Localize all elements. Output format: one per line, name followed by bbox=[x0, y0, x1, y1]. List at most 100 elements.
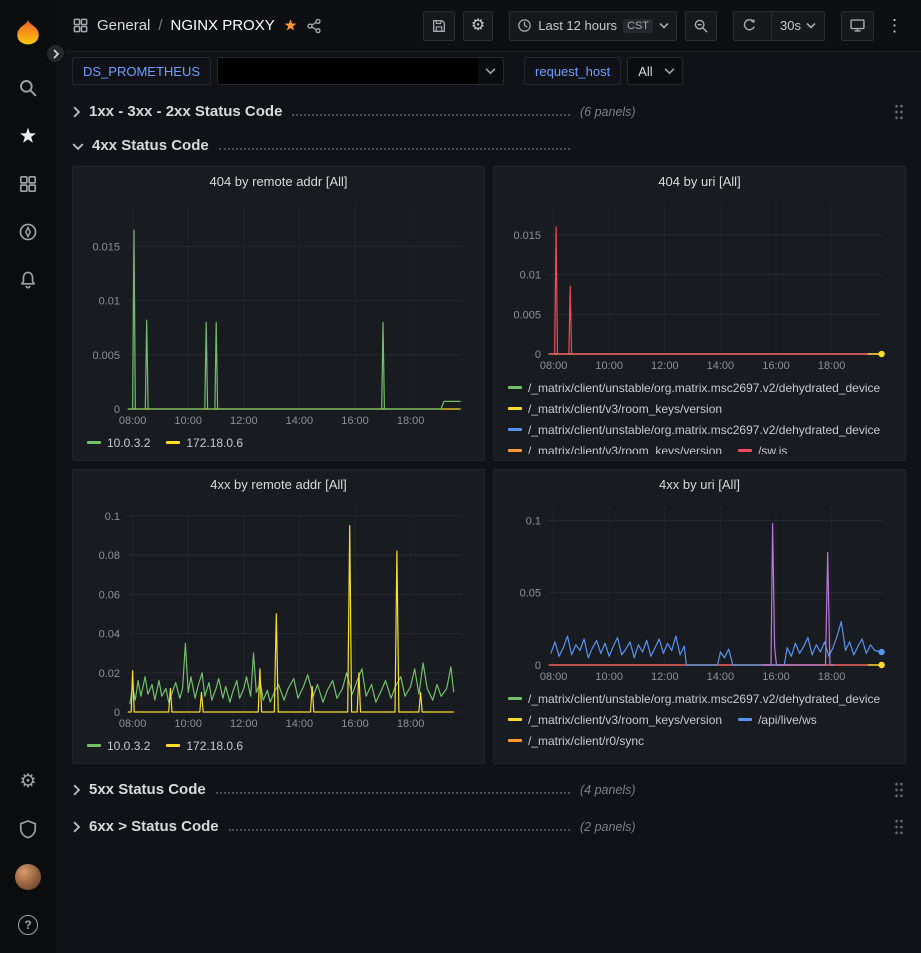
svg-text:0.08: 0.08 bbox=[99, 550, 120, 562]
star-icon bbox=[18, 126, 38, 146]
legend-item[interactable]: /api/live/ws bbox=[738, 709, 817, 730]
sidebar-item-server-admin[interactable] bbox=[4, 805, 52, 853]
chevron-right-icon bbox=[72, 784, 81, 796]
legend-item[interactable]: 172.18.0.6 bbox=[166, 432, 243, 453]
row-4xx-status-code[interactable]: 4xx Status Code bbox=[72, 132, 906, 160]
legend-series-swatch bbox=[508, 449, 522, 452]
row-drag-handle[interactable] bbox=[892, 102, 906, 122]
favorite-star-button[interactable] bbox=[283, 18, 298, 33]
panel-grid: 404 by remote addr [All] 08:0010:0012:00… bbox=[72, 166, 906, 764]
svg-text:18:00: 18:00 bbox=[818, 360, 846, 372]
sidebar-item-search[interactable] bbox=[4, 64, 52, 112]
sidebar-item-alerting[interactable] bbox=[4, 256, 52, 304]
chevron-down-icon bbox=[659, 22, 669, 29]
avatar bbox=[15, 864, 41, 890]
timeseries-chart[interactable]: 08:0010:0012:0014:0016:0018:0000.0050.01… bbox=[502, 195, 897, 374]
more-menu-button[interactable]: ⋮ bbox=[882, 16, 907, 36]
sidebar-item-dashboards[interactable] bbox=[4, 160, 52, 208]
legend-series-swatch bbox=[738, 718, 752, 721]
save-dashboard-button[interactable] bbox=[423, 11, 455, 41]
legend-series-label[interactable]: 10.0.3.2 bbox=[107, 436, 150, 450]
legend-item[interactable]: 10.0.3.2 bbox=[87, 735, 150, 756]
dashboard-title[interactable]: NGINX PROXY bbox=[171, 17, 275, 34]
sidebar-item-help[interactable]: ? bbox=[4, 901, 52, 949]
chevron-down-icon bbox=[72, 142, 84, 151]
legend-item[interactable]: 10.0.3.2 bbox=[87, 432, 150, 453]
dashboard-settings-button[interactable]: ⚙ bbox=[463, 11, 493, 41]
sidebar-item-profile[interactable] bbox=[4, 853, 52, 901]
svg-text:12:00: 12:00 bbox=[230, 718, 258, 730]
panel-title[interactable]: 404 by uri [All] bbox=[502, 171, 897, 195]
svg-text:0: 0 bbox=[535, 660, 541, 672]
time-range-picker[interactable]: Last 12 hours CST bbox=[509, 11, 677, 41]
panel-4xx-by-uri: 4xx by uri [All] 08:0010:0012:0014:0016:… bbox=[493, 469, 906, 764]
timeseries-chart[interactable]: 08:0010:0012:0014:0016:0018:0000.050.1 bbox=[502, 498, 897, 685]
svg-text:08:00: 08:00 bbox=[540, 671, 568, 683]
svg-text:10:00: 10:00 bbox=[174, 415, 202, 427]
legend-series-label[interactable]: /_matrix/client/v3/room_keys/version bbox=[528, 713, 722, 727]
legend-item[interactable]: /_matrix/client/v3/room_keys/version bbox=[508, 709, 722, 730]
tv-mode-button[interactable] bbox=[841, 11, 874, 41]
chevron-right-icon bbox=[52, 49, 60, 59]
refresh-interval-dropdown[interactable]: 30s bbox=[771, 12, 824, 40]
row-dotted-filler bbox=[229, 829, 570, 831]
panel-title[interactable]: 404 by remote addr [All] bbox=[81, 171, 476, 195]
panel-legend: 10.0.3.2 172.18.0.6 bbox=[81, 429, 476, 454]
variable-label-datasource: DS_PROMETHEUS bbox=[72, 57, 211, 85]
legend-series-label[interactable]: 10.0.3.2 bbox=[107, 739, 150, 753]
refresh-icon bbox=[742, 18, 757, 33]
legend-series-label[interactable]: /api/live/ws bbox=[758, 713, 817, 727]
svg-text:12:00: 12:00 bbox=[230, 415, 258, 427]
row-title: 4xx Status Code bbox=[92, 137, 209, 154]
panel-legend: /_matrix/client/unstable/org.matrix.msc2… bbox=[502, 685, 897, 757]
legend-item[interactable]: /_matrix/client/unstable/org.matrix.msc2… bbox=[508, 688, 880, 709]
panel-title[interactable]: 4xx by uri [All] bbox=[502, 474, 897, 498]
legend-item[interactable]: /sw.js bbox=[738, 440, 787, 454]
panel-404-by-remote-addr: 404 by remote addr [All] 08:0010:0012:00… bbox=[72, 166, 485, 461]
row-6xx-status-code[interactable]: 6xx > Status Code (2 panels) bbox=[72, 813, 906, 841]
panel-404-by-uri: 404 by uri [All] 08:0010:0012:0014:0016:… bbox=[493, 166, 906, 461]
sidebar-item-explore[interactable] bbox=[4, 208, 52, 256]
variables-bar: DS_PROMETHEUS request_host All bbox=[56, 52, 921, 90]
legend-item[interactable]: /_matrix/client/unstable/org.matrix.msc2… bbox=[508, 377, 880, 398]
legend-item[interactable]: /_matrix/client/v3/room_keys/version bbox=[508, 440, 722, 454]
share-button[interactable] bbox=[306, 18, 322, 34]
row-5xx-status-code[interactable]: 5xx Status Code (4 panels) bbox=[72, 776, 906, 804]
legend-series-label[interactable]: /_matrix/client/unstable/org.matrix.msc2… bbox=[528, 692, 880, 706]
legend-series-label[interactable]: /_matrix/client/unstable/org.matrix.msc2… bbox=[528, 423, 880, 437]
timeseries-chart[interactable]: 08:0010:0012:0014:0016:0018:0000.020.040… bbox=[81, 498, 476, 732]
legend-item[interactable]: 172.18.0.6 bbox=[166, 735, 243, 756]
variable-value-datasource[interactable] bbox=[217, 57, 504, 85]
legend-series-label[interactable]: /_matrix/client/unstable/org.matrix.msc2… bbox=[528, 755, 880, 758]
legend-series-swatch bbox=[166, 744, 180, 747]
row-drag-handle[interactable] bbox=[892, 817, 906, 837]
legend-series-label[interactable]: 172.18.0.6 bbox=[186, 436, 243, 450]
grafana-logo[interactable] bbox=[4, 10, 52, 54]
legend-series-label[interactable]: /_matrix/client/unstable/org.matrix.msc2… bbox=[528, 381, 880, 395]
legend-item[interactable]: /_matrix/client/v3/room_keys/version bbox=[508, 398, 722, 419]
chevron-down-icon bbox=[478, 67, 503, 75]
sidebar-item-starred[interactable] bbox=[4, 112, 52, 160]
sidebar-expand-button[interactable] bbox=[46, 44, 65, 63]
timeseries-chart[interactable]: 08:0010:0012:0014:0016:0018:0000.0050.01… bbox=[81, 195, 476, 429]
legend-item[interactable]: /_matrix/client/r0/sync bbox=[508, 730, 644, 751]
refresh-interval-label: 30s bbox=[780, 18, 801, 33]
legend-item[interactable]: /_matrix/client/unstable/org.matrix.msc2… bbox=[508, 751, 880, 757]
legend-item[interactable]: /_matrix/client/unstable/org.matrix.msc2… bbox=[508, 419, 880, 440]
panel-4xx-by-remote-addr: 4xx by remote addr [All] 08:0010:0012:00… bbox=[72, 469, 485, 764]
row-1xx-3xx-2xx-status-code[interactable]: 1xx - 3xx - 2xx Status Code (6 panels) bbox=[72, 98, 906, 126]
legend-series-label[interactable]: /_matrix/client/r0/sync bbox=[528, 734, 644, 748]
row-drag-handle[interactable] bbox=[892, 780, 906, 800]
sidebar-item-configuration[interactable]: ⚙ bbox=[4, 757, 52, 805]
legend-series-label[interactable]: /_matrix/client/v3/room_keys/version bbox=[528, 444, 722, 455]
svg-text:0.04: 0.04 bbox=[99, 629, 120, 641]
svg-text:0: 0 bbox=[535, 349, 541, 361]
legend-series-label[interactable]: /sw.js bbox=[758, 444, 787, 455]
variable-value-request-host[interactable]: All bbox=[627, 57, 682, 85]
zoom-out-button[interactable] bbox=[685, 11, 717, 41]
legend-series-label[interactable]: /_matrix/client/v3/room_keys/version bbox=[528, 402, 722, 416]
legend-series-label[interactable]: 172.18.0.6 bbox=[186, 739, 243, 753]
panel-title[interactable]: 4xx by remote addr [All] bbox=[81, 474, 476, 498]
breadcrumb-folder[interactable]: General bbox=[97, 17, 150, 34]
refresh-button[interactable] bbox=[734, 12, 765, 40]
